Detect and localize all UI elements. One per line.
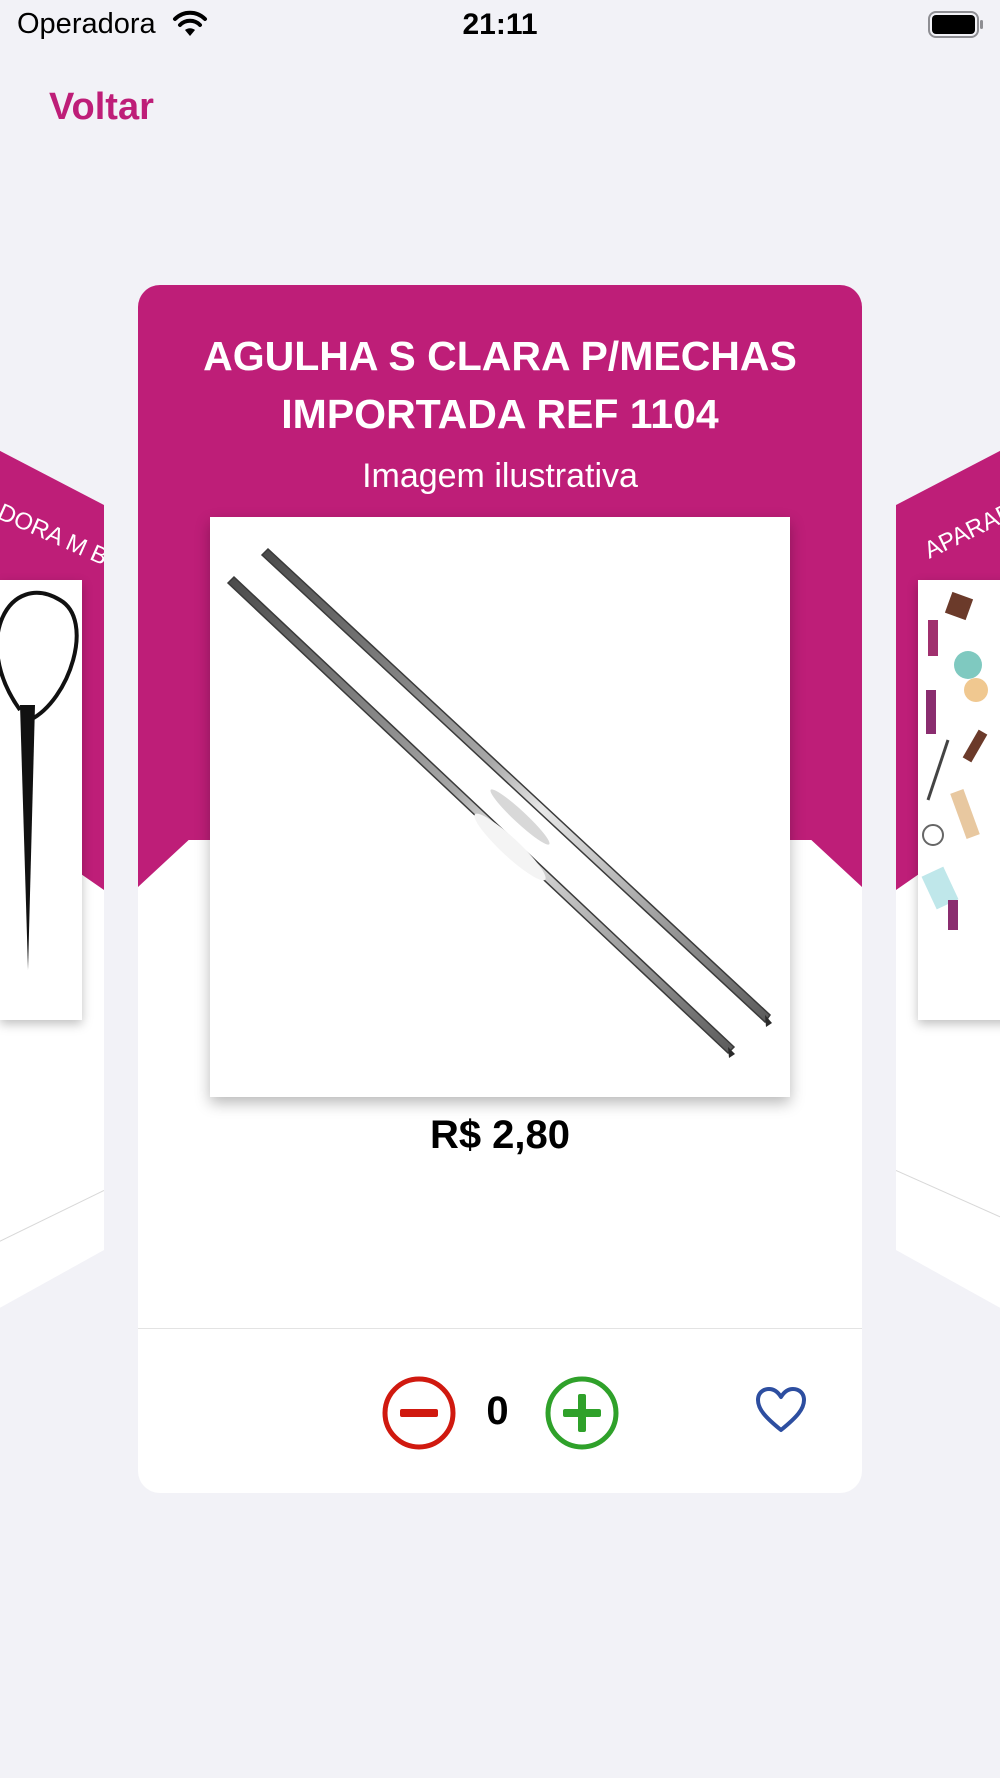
- side-card-divider: [896, 1170, 1000, 1230]
- crochet-needles-icon: [226, 547, 772, 1058]
- side-card-divider: [0, 1190, 104, 1255]
- side-product-image: [0, 580, 82, 1020]
- back-button[interactable]: Voltar: [49, 86, 154, 129]
- product-image: [210, 517, 790, 1097]
- cosmetics-icon: [921, 591, 988, 930]
- decrease-quantity-button[interactable]: [381, 1375, 457, 1451]
- product-card: AGULHA S CLARA P/MECHAS IMPORTADA REF 11…: [138, 285, 862, 1493]
- favorite-heart-icon[interactable]: [755, 1385, 807, 1437]
- increase-quantity-button[interactable]: [544, 1375, 620, 1451]
- side-card-right[interactable]: APARADO BONI: [896, 430, 1000, 1330]
- product-title: AGULHA S CLARA P/MECHAS IMPORTADA REF 11…: [203, 333, 797, 437]
- quantity-value: 0: [486, 1389, 509, 1433]
- clock: 21:11: [462, 8, 538, 41]
- status-bar: Operadora 21:11: [0, 0, 1000, 52]
- product-price: R$ 2,80: [429, 1113, 571, 1157]
- side-product-image: [918, 580, 1000, 1020]
- card-divider: [138, 1328, 862, 1329]
- product-subtitle: Imagem ilustrativa: [362, 457, 638, 495]
- screen: Operadora 21:11 Voltar ADORA M B203 APAR…: [0, 0, 1000, 1778]
- battery-icon: [928, 11, 983, 38]
- side-card-left[interactable]: ADORA M B203: [0, 430, 104, 1330]
- hair-loop-tool-icon: [0, 591, 79, 970]
